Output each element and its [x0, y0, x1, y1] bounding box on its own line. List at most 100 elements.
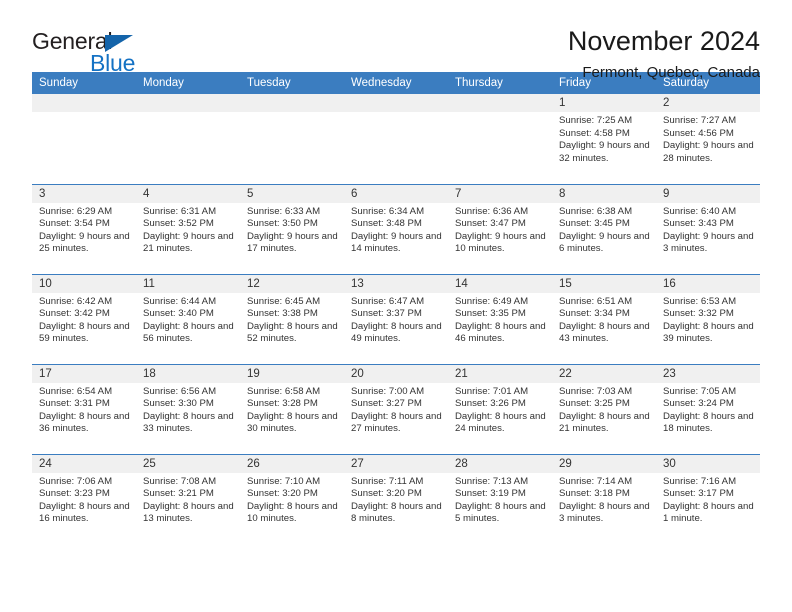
calendar-day-cell[interactable]: 3 Sunrise: 6:29 AM Sunset: 3:54 PM Daylight…	[32, 183, 136, 274]
calendar-day-cell[interactable]: 23 Sunrise: 7:05 AM Sunset: 3:24 PM Dayligh…	[656, 363, 760, 454]
daylight-text: Daylight: 8 hours and 8 minutes.	[351, 500, 442, 525]
calendar-day-cell[interactable]: 18 Sunrise: 6:56 AM Sunset: 3:30 PM Dayligh…	[136, 363, 240, 454]
calendar-day-cell-empty	[448, 94, 552, 184]
day-sun-info: Sunrise: 6:38 AM Sunset: 3:45 PM Daylight:…	[552, 203, 656, 256]
sunset-text: Sunset: 3:20 PM	[351, 488, 422, 500]
calendar-day-cell[interactable]: 9 Sunrise: 6:40 AM Sunset: 3:43 PM Daylight…	[656, 183, 760, 274]
calendar-day-cell[interactable]: 5 Sunrise: 6:33 AM Sunset: 3:50 PM Daylight…	[240, 183, 344, 274]
day-sun-info: Sunrise: 6:45 AM Sunset: 3:38 PM Daylight:…	[240, 293, 344, 346]
daylight-text: Daylight: 8 hours and 30 minutes.	[247, 410, 338, 435]
day-number: 23	[656, 364, 760, 383]
calendar-day-cell[interactable]: 26 Sunrise: 7:10 AM Sunset: 3:20 PM Dayligh…	[240, 453, 344, 544]
daylight-text: Daylight: 8 hours and 18 minutes.	[663, 410, 754, 435]
title-block: November 2024 Fermont, Quebec, Canada	[568, 26, 760, 81]
calendar-day-cell-empty	[32, 94, 136, 184]
day-number: 16	[656, 274, 760, 293]
day-cell-content: 16 Sunrise: 6:53 AM Sunset: 3:32 PM Dayligh…	[656, 274, 760, 364]
calendar-day-cell[interactable]: 12 Sunrise: 6:45 AM Sunset: 3:38 PM Dayligh…	[240, 273, 344, 364]
calendar-day-cell[interactable]: 20 Sunrise: 7:00 AM Sunset: 3:27 PM Dayligh…	[344, 363, 448, 454]
sunset-text: Sunset: 3:42 PM	[39, 308, 110, 320]
day-cell-content: 30 Sunrise: 7:16 AM Sunset: 3:17 PM Dayligh…	[656, 454, 760, 544]
day-sun-info: Sunrise: 6:49 AM Sunset: 3:35 PM Daylight:…	[448, 293, 552, 346]
day-sun-info: Sunrise: 6:47 AM Sunset: 3:37 PM Daylight:…	[344, 293, 448, 346]
sunset-text: Sunset: 3:40 PM	[143, 308, 214, 320]
day-sun-info: Sunrise: 6:53 AM Sunset: 3:32 PM Daylight:…	[656, 293, 760, 346]
day-number: 14	[448, 274, 552, 293]
sunset-text: Sunset: 3:47 PM	[455, 218, 526, 230]
sunrise-text: Sunrise: 7:10 AM	[247, 475, 321, 487]
calendar-day-cell[interactable]: 2 Sunrise: 7:27 AM Sunset: 4:56 PM Daylight…	[656, 94, 760, 184]
daylight-text: Daylight: 8 hours and 3 minutes.	[559, 500, 650, 525]
day-sun-info: Sunrise: 6:36 AM Sunset: 3:47 PM Daylight:…	[448, 203, 552, 256]
day-sun-info: Sunrise: 6:31 AM Sunset: 3:52 PM Daylight:…	[136, 203, 240, 256]
sunset-text: Sunset: 3:50 PM	[247, 218, 318, 230]
day-number: 26	[240, 454, 344, 473]
calendar-day-cell[interactable]: 22 Sunrise: 7:03 AM Sunset: 3:25 PM Dayligh…	[552, 363, 656, 454]
day-sun-info: Sunrise: 7:27 AM Sunset: 4:56 PM Daylight:…	[656, 112, 760, 165]
day-cell-content: 25 Sunrise: 7:08 AM Sunset: 3:21 PM Dayligh…	[136, 454, 240, 544]
daylight-text: Daylight: 8 hours and 49 minutes.	[351, 320, 442, 345]
sunset-text: Sunset: 3:54 PM	[39, 218, 110, 230]
calendar-day-cell[interactable]: 30 Sunrise: 7:16 AM Sunset: 3:17 PM Dayligh…	[656, 453, 760, 544]
sunset-text: Sunset: 3:20 PM	[247, 488, 318, 500]
day-cell-content: 15 Sunrise: 6:51 AM Sunset: 3:34 PM Dayligh…	[552, 274, 656, 364]
day-cell-content: 8 Sunrise: 6:38 AM Sunset: 3:45 PM Daylight…	[552, 184, 656, 274]
day-sun-info: Sunrise: 6:58 AM Sunset: 3:28 PM Daylight:…	[240, 383, 344, 436]
day-number: 5	[240, 184, 344, 203]
calendar-day-cell[interactable]: 16 Sunrise: 6:53 AM Sunset: 3:32 PM Dayligh…	[656, 273, 760, 364]
weekday-header-thursday: Thursday	[448, 72, 552, 94]
calendar-day-cell[interactable]: 6 Sunrise: 6:34 AM Sunset: 3:48 PM Daylight…	[344, 183, 448, 274]
day-number	[240, 94, 344, 112]
calendar-day-cell[interactable]: 19 Sunrise: 6:58 AM Sunset: 3:28 PM Dayligh…	[240, 363, 344, 454]
general-blue-logo[interactable]: General Blue	[32, 26, 162, 78]
daylight-text: Daylight: 8 hours and 33 minutes.	[143, 410, 234, 435]
calendar-day-cell[interactable]: 25 Sunrise: 7:08 AM Sunset: 3:21 PM Dayligh…	[136, 453, 240, 544]
calendar-day-cell[interactable]: 29 Sunrise: 7:14 AM Sunset: 3:18 PM Dayligh…	[552, 453, 656, 544]
day-cell-content: 5 Sunrise: 6:33 AM Sunset: 3:50 PM Daylight…	[240, 184, 344, 274]
calendar-page: General Blue November 2024 Fermont, Queb…	[0, 0, 792, 612]
day-cell-content: 23 Sunrise: 7:05 AM Sunset: 3:24 PM Dayligh…	[656, 364, 760, 454]
daylight-text: Daylight: 8 hours and 16 minutes.	[39, 500, 130, 525]
day-sun-info: Sunrise: 7:08 AM Sunset: 3:21 PM Daylight:…	[136, 473, 240, 526]
calendar-day-cell[interactable]: 28 Sunrise: 7:13 AM Sunset: 3:19 PM Dayligh…	[448, 453, 552, 544]
day-number: 7	[448, 184, 552, 203]
day-cell-content: 26 Sunrise: 7:10 AM Sunset: 3:20 PM Dayligh…	[240, 454, 344, 544]
calendar-day-cell[interactable]: 21 Sunrise: 7:01 AM Sunset: 3:26 PM Dayligh…	[448, 363, 552, 454]
calendar-day-cell[interactable]: 15 Sunrise: 6:51 AM Sunset: 3:34 PM Dayligh…	[552, 273, 656, 364]
sunrise-text: Sunrise: 7:06 AM	[39, 475, 113, 487]
sunrise-text: Sunrise: 7:08 AM	[143, 475, 217, 487]
day-sun-info: Sunrise: 7:00 AM Sunset: 3:27 PM Daylight:…	[344, 383, 448, 436]
sunrise-text: Sunrise: 6:58 AM	[247, 385, 321, 397]
sunrise-text: Sunrise: 6:54 AM	[39, 385, 113, 397]
sunrise-text: Sunrise: 6:34 AM	[351, 205, 425, 217]
day-cell-content: 6 Sunrise: 6:34 AM Sunset: 3:48 PM Daylight…	[344, 184, 448, 274]
calendar-day-cell[interactable]: 27 Sunrise: 7:11 AM Sunset: 3:20 PM Dayligh…	[344, 453, 448, 544]
calendar-week-row: 10 Sunrise: 6:42 AM Sunset: 3:42 PM Dayligh…	[32, 273, 760, 364]
calendar-day-cell[interactable]: 4 Sunrise: 6:31 AM Sunset: 3:52 PM Daylight…	[136, 183, 240, 274]
calendar-day-cell[interactable]: 10 Sunrise: 6:42 AM Sunset: 3:42 PM Dayligh…	[32, 273, 136, 364]
day-cell-content: 11 Sunrise: 6:44 AM Sunset: 3:40 PM Dayligh…	[136, 274, 240, 364]
daylight-text: Daylight: 8 hours and 10 minutes.	[247, 500, 338, 525]
day-number: 6	[344, 184, 448, 203]
calendar-day-cell[interactable]: 24 Sunrise: 7:06 AM Sunset: 3:23 PM Dayligh…	[32, 453, 136, 544]
logo-text-blue: Blue	[90, 50, 136, 76]
day-cell-content: 27 Sunrise: 7:11 AM Sunset: 3:20 PM Dayligh…	[344, 454, 448, 544]
sunset-text: Sunset: 4:58 PM	[559, 127, 630, 139]
calendar-day-cell[interactable]: 1 Sunrise: 7:25 AM Sunset: 4:58 PM Daylight…	[552, 94, 656, 184]
sunrise-text: Sunrise: 6:44 AM	[143, 295, 217, 307]
calendar-day-cell[interactable]: 17 Sunrise: 6:54 AM Sunset: 3:31 PM Dayligh…	[32, 363, 136, 454]
sunrise-text: Sunrise: 6:51 AM	[559, 295, 633, 307]
calendar-day-cell[interactable]: 14 Sunrise: 6:49 AM Sunset: 3:35 PM Dayligh…	[448, 273, 552, 364]
day-sun-info: Sunrise: 7:05 AM Sunset: 3:24 PM Daylight:…	[656, 383, 760, 436]
sunrise-text: Sunrise: 6:47 AM	[351, 295, 425, 307]
day-number: 2	[656, 94, 760, 112]
calendar-day-cell[interactable]: 8 Sunrise: 6:38 AM Sunset: 3:45 PM Daylight…	[552, 183, 656, 274]
calendar-body: 1 Sunrise: 7:25 AM Sunset: 4:58 PM Daylight…	[32, 94, 760, 544]
calendar-day-cell[interactable]: 7 Sunrise: 6:36 AM Sunset: 3:47 PM Daylight…	[448, 183, 552, 274]
sunset-text: Sunset: 3:48 PM	[351, 218, 422, 230]
day-sun-info: Sunrise: 6:54 AM Sunset: 3:31 PM Daylight:…	[32, 383, 136, 436]
day-number: 13	[344, 274, 448, 293]
day-cell-content: 1 Sunrise: 7:25 AM Sunset: 4:58 PM Daylight…	[552, 94, 656, 183]
calendar-day-cell[interactable]: 11 Sunrise: 6:44 AM Sunset: 3:40 PM Dayligh…	[136, 273, 240, 364]
calendar-day-cell[interactable]: 13 Sunrise: 6:47 AM Sunset: 3:37 PM Dayligh…	[344, 273, 448, 364]
